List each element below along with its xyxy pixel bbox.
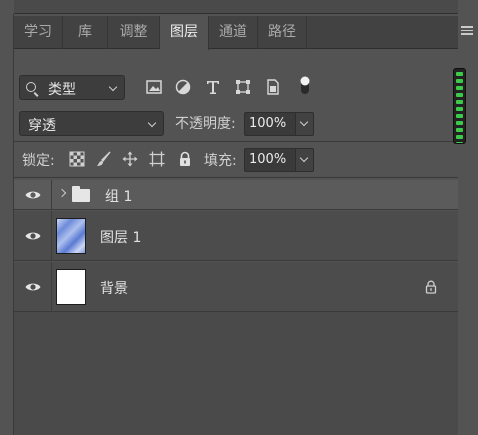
pixel-layer-filter-icon[interactable] bbox=[145, 78, 163, 96]
eye-icon[interactable] bbox=[25, 190, 41, 200]
eye-icon[interactable] bbox=[25, 231, 41, 241]
filter-row: 类型 bbox=[14, 66, 458, 104]
divider bbox=[14, 177, 458, 178]
tab-channels[interactable]: 通道 bbox=[209, 16, 258, 49]
tab-adjustments[interactable]: 调整 bbox=[108, 16, 160, 49]
layers-empty-area bbox=[14, 312, 458, 435]
tab-learn[interactable]: 学习 bbox=[14, 16, 63, 49]
filter-kind-select[interactable]: 类型 bbox=[19, 75, 125, 100]
chevron-down-icon bbox=[299, 153, 309, 163]
tab-paths[interactable]: 路径 bbox=[258, 16, 307, 49]
blend-row: 穿透 不透明度: 100% bbox=[14, 106, 458, 140]
tab-bar: 学习 库 调整 图层 通道 路径 bbox=[14, 16, 458, 50]
opacity-label: 不透明度: bbox=[175, 116, 236, 132]
fill-slider-button[interactable] bbox=[296, 148, 314, 172]
layers-panel: 学习 库 调整 图层 通道 路径 类型 穿透 不透明度: 100% 锁定: 填充… bbox=[14, 14, 458, 435]
opacity-slider-button[interactable] bbox=[296, 112, 314, 136]
shape-layer-filter-icon[interactable] bbox=[234, 78, 252, 96]
lock-all-icon[interactable] bbox=[177, 151, 193, 167]
lock-position-icon[interactable] bbox=[122, 151, 138, 167]
chevron-down-icon bbox=[108, 82, 118, 92]
adjustment-layer-filter-icon[interactable] bbox=[174, 78, 192, 96]
divider bbox=[51, 262, 52, 312]
chevron-down-icon bbox=[299, 117, 309, 127]
opacity-input[interactable]: 100% bbox=[244, 112, 296, 136]
type-layer-filter-icon[interactable] bbox=[204, 78, 222, 96]
blend-mode-value: 穿透 bbox=[28, 118, 56, 134]
lock-artboard-icon[interactable] bbox=[149, 151, 165, 167]
blend-mode-select[interactable]: 穿透 bbox=[19, 111, 164, 136]
layer-row-background[interactable]: 背景 bbox=[14, 262, 458, 312]
panel-menu-icon[interactable] bbox=[458, 24, 476, 40]
layer-thumbnail bbox=[56, 269, 86, 305]
chevron-down-icon bbox=[147, 118, 157, 128]
lock-icon bbox=[425, 280, 437, 294]
layer-name: 组 1 bbox=[105, 189, 133, 205]
eye-icon[interactable] bbox=[25, 282, 41, 292]
layer-filter-indicator bbox=[453, 68, 466, 144]
tab-library[interactable]: 库 bbox=[63, 16, 108, 49]
search-icon bbox=[26, 82, 36, 92]
tab-layers[interactable]: 图层 bbox=[160, 16, 209, 50]
top-strip-inner bbox=[14, 0, 458, 14]
left-edge bbox=[0, 14, 14, 435]
filter-toggle-icon[interactable] bbox=[298, 74, 312, 96]
fill-input[interactable]: 100% bbox=[244, 148, 296, 172]
layer-row-pixel[interactable]: 图层 1 bbox=[14, 211, 458, 261]
fill-label: 填充: bbox=[204, 153, 237, 169]
top-strip bbox=[0, 0, 478, 14]
fill-value: 100% bbox=[249, 152, 287, 167]
chevron-right-icon[interactable] bbox=[57, 188, 67, 198]
divider bbox=[51, 211, 52, 261]
lock-row: 锁定: 填充: 100% bbox=[14, 142, 458, 176]
opacity-value: 100% bbox=[249, 116, 287, 131]
divider bbox=[51, 180, 52, 210]
smart-object-filter-icon[interactable] bbox=[264, 78, 282, 96]
lock-label: 锁定: bbox=[22, 153, 55, 169]
lock-transparent-pixels-icon[interactable] bbox=[69, 151, 85, 167]
layer-row-group[interactable]: 组 1 bbox=[14, 180, 458, 210]
folder-icon bbox=[72, 186, 90, 202]
layer-name: 图层 1 bbox=[100, 230, 142, 246]
filter-kind-label: 类型 bbox=[48, 82, 76, 98]
layer-name: 背景 bbox=[100, 281, 128, 297]
lock-image-pixels-icon[interactable] bbox=[96, 151, 112, 167]
layer-thumbnail bbox=[56, 218, 86, 254]
